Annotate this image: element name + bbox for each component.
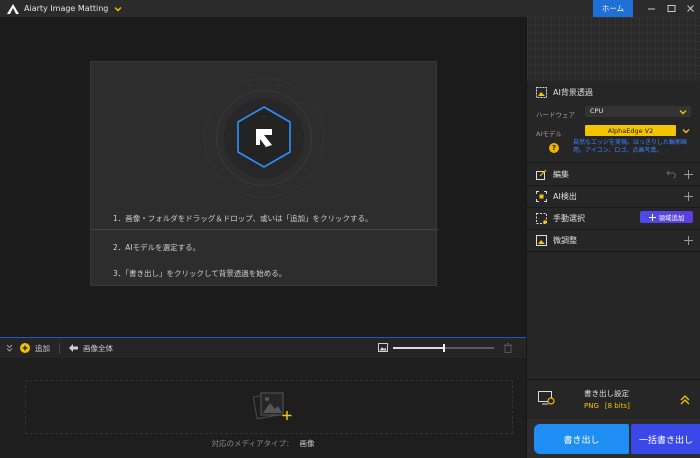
media-types: 対応のメディアタイプ： 画像 [0, 438, 526, 449]
instruction-step-3: 3．「書き出し」をクリックして背景透過を始める。 [113, 269, 287, 278]
add-media-hex-icon[interactable] [232, 105, 296, 169]
export-settings-icon [538, 391, 555, 405]
fine-tune-header[interactable]: 微調整 [527, 229, 700, 251]
edit-icon [536, 169, 547, 180]
model-description: 自然なエッジを実現。はっきりした輪郭画用。アイコン、ロゴ、点画写真。 [573, 139, 688, 154]
ai-bg-removal-section: AI背景透過 ハードウェア CPU AIモデル AlphaEdge V2 自然な… [527, 81, 700, 154]
export-settings-title: 書き出し設定 [584, 389, 629, 398]
manual-select-title: 手動選択 [553, 213, 585, 223]
plus-icon[interactable] [684, 170, 693, 179]
plus-icon[interactable] [684, 236, 693, 245]
instruction-step-2: 2．AIモデルを選定する。 [113, 243, 201, 252]
edit-section[interactable]: 編集 [527, 163, 700, 185]
close-button[interactable] [680, 0, 700, 17]
add-image-icon[interactable] [251, 389, 293, 421]
region-add-button[interactable]: 領域追加 [640, 211, 693, 223]
divider [59, 342, 60, 354]
undo-icon[interactable] [666, 169, 676, 178]
divider [527, 251, 700, 252]
ai-detect-section[interactable]: AI検出 [527, 185, 700, 207]
chevron-down-icon[interactable] [682, 127, 690, 135]
drop-zone[interactable]: 1．画像・フォルダをドラッグ＆ドロップ、或いは「追加」をクリックする。 2．AI… [90, 61, 438, 286]
ai-detect-header[interactable]: AI検出 [527, 185, 700, 207]
model-select[interactable]: AlphaEdge V2 [585, 125, 676, 136]
plus-icon[interactable] [684, 192, 693, 201]
collapse-icon[interactable] [6, 344, 13, 352]
divider [91, 229, 438, 230]
instruction-step-1: 1．画像・フォルダをドラッグ＆ドロップ、或いは「追加」をクリックする。 [113, 214, 373, 223]
add-icon[interactable] [20, 343, 30, 353]
fine-tune-section[interactable]: 微調整 [527, 229, 700, 251]
export-button-area: 書き出し 一括書き出し [527, 419, 700, 458]
ai-detect-icon [536, 190, 547, 202]
model-label: AIモデル [536, 130, 562, 138]
export-format: PNG [8 bits] [584, 402, 630, 410]
maximize-button[interactable] [661, 0, 681, 17]
ai-detect-title: AI検出 [553, 191, 577, 201]
image-icon [378, 343, 388, 352]
export-format-type: PNG [584, 402, 599, 410]
app-logo-icon [7, 3, 19, 14]
hardware-select[interactable]: CPU [585, 106, 691, 117]
preview-area: 1．画像・フォルダをドラッグ＆ドロップ、或いは「追加」をクリックする。 2．AI… [0, 17, 526, 337]
ai-bg-removal-title: AI背景透過 [553, 87, 593, 97]
manual-select-icon [536, 212, 547, 224]
minimize-icon [647, 8, 655, 10]
ai-bg-removal-header: AI背景透過 [527, 81, 700, 103]
fine-tune-title: 微調整 [553, 235, 577, 245]
trash-icon[interactable] [504, 343, 512, 353]
zoom-slider-thumb[interactable] [442, 344, 445, 352]
edit-title: 編集 [553, 169, 569, 179]
thumbnail-grid [527, 17, 700, 81]
maximize-icon [667, 5, 675, 12]
manual-select-section[interactable]: 手動選択 領域追加 [527, 207, 700, 229]
close-icon [686, 5, 694, 12]
whole-image-button[interactable]: 画像全体 [83, 343, 113, 354]
ai-bg-removal-icon [536, 86, 547, 98]
bottom-toolbar: 追加 画像全体 [0, 337, 526, 358]
export-button[interactable]: 書き出し [534, 424, 629, 454]
media-drop-box[interactable] [25, 380, 513, 434]
app-title: Aiarty Image Matting [24, 4, 109, 13]
chevrons-up-icon[interactable] [680, 395, 690, 405]
fine-tune-icon [536, 234, 547, 246]
minimize-button[interactable] [641, 0, 661, 17]
arrow-left-icon[interactable] [69, 344, 78, 352]
home-button[interactable]: ホーム [593, 0, 633, 17]
zoom-slider[interactable] [393, 344, 494, 352]
crosshair-icon [648, 213, 656, 221]
zoom-slider-fill [393, 347, 444, 349]
help-icon[interactable]: ? [549, 143, 559, 153]
chevron-down-icon[interactable] [114, 5, 122, 13]
media-bin: 対応のメディアタイプ： 画像 [0, 358, 526, 458]
export-settings[interactable]: 書き出し設定 PNG [8 bits] [527, 379, 700, 419]
chevron-down-icon [679, 110, 687, 115]
region-add-label: 領域追加 [658, 214, 685, 222]
right-panel: AI背景透過 ハードウェア CPU AIモデル AlphaEdge V2 自然な… [526, 17, 700, 458]
title-bar: Aiarty Image Matting ホーム [0, 0, 700, 17]
export-format-bits: [8 bits] [604, 402, 630, 410]
add-button[interactable]: 追加 [35, 343, 50, 354]
batch-export-button[interactable]: 一括書き出し [631, 424, 700, 454]
media-types-label: 対応のメディアタイプ： [211, 439, 294, 448]
hardware-label: ハードウェア [536, 111, 575, 119]
media-types-value: 画像 [299, 439, 315, 448]
